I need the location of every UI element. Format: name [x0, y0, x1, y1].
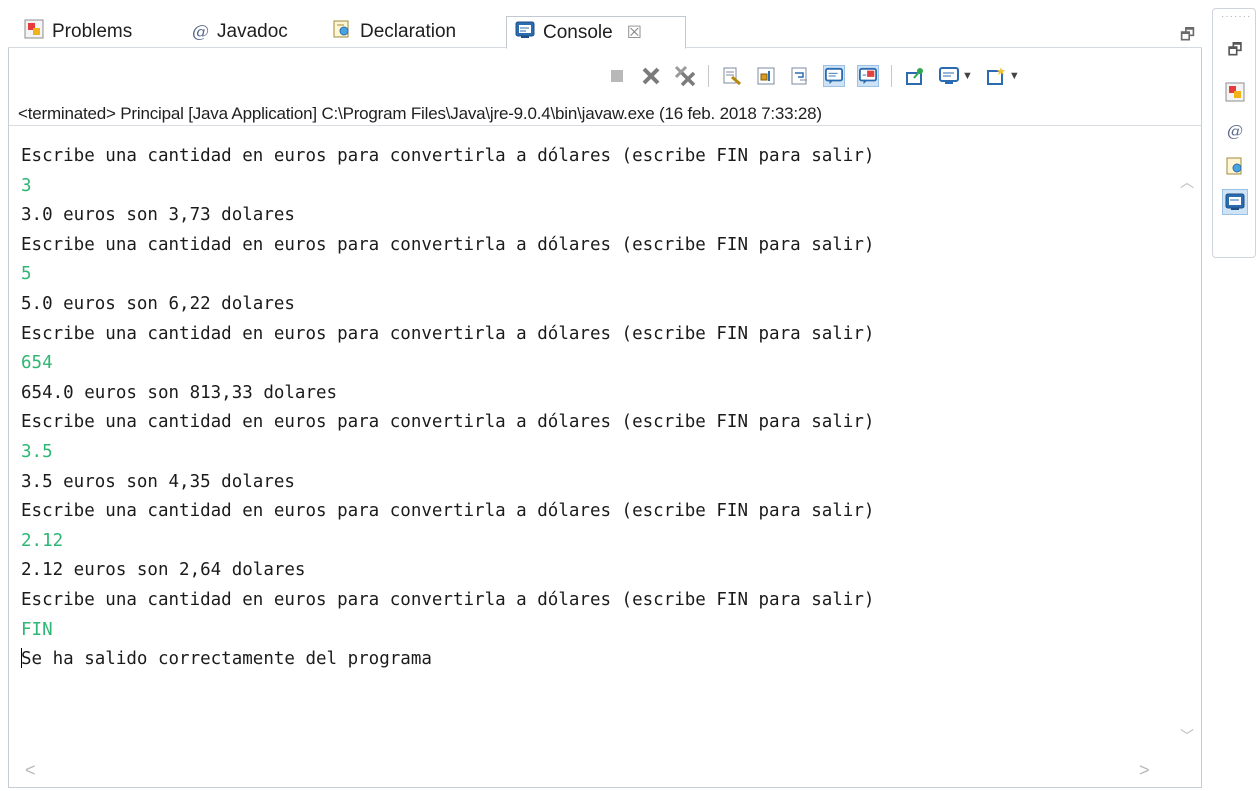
- launch-status: <terminated> Principal [Java Application…: [18, 104, 822, 123]
- console-output-line: 3.0 euros son 3,73 dolares: [21, 205, 295, 226]
- horizontal-scrollbar[interactable]: < >: [9, 758, 1171, 786]
- declaration-icon: [332, 19, 352, 45]
- minimized-view-stack: ······· 🗗 @: [1212, 8, 1256, 258]
- open-console-icon[interactable]: [985, 65, 1007, 87]
- tab-console[interactable]: Console ☒: [506, 16, 686, 49]
- console-output-line: Escribe una cantidad en euros para conve…: [21, 146, 875, 166]
- console-output-line: 5.0 euros son 6,22 dolares: [21, 293, 295, 314]
- display-console-icon[interactable]: [938, 65, 960, 87]
- tab-javadoc[interactable]: @ Javadoc: [184, 16, 296, 48]
- tab-problems[interactable]: Problems: [16, 16, 140, 48]
- toolbar-separator: [891, 65, 892, 87]
- console-input-line: 2.12: [21, 530, 64, 551]
- console-output-line: Escribe una cantidad en euros para conve…: [21, 501, 875, 522]
- javadoc-icon[interactable]: @: [1222, 117, 1248, 143]
- text-caret: [21, 648, 22, 669]
- console-icon[interactable]: [1222, 189, 1248, 215]
- remove-all-terminated-icon[interactable]: [674, 65, 696, 87]
- chevron-down-icon[interactable]: ▼: [962, 70, 973, 82]
- tab-label: Console: [543, 21, 613, 43]
- drag-handle[interactable]: ·······: [1221, 11, 1251, 22]
- restore-icon[interactable]: 🗗: [1222, 39, 1248, 65]
- problems-icon: [24, 19, 44, 45]
- console-input-line: 3: [21, 175, 32, 196]
- remove-launch-icon[interactable]: [640, 65, 662, 87]
- console-output-line: 3.5 euros son 4,35 dolares: [21, 471, 295, 492]
- tab-label: Problems: [52, 21, 133, 42]
- console-output-line: Escribe una cantidad en euros para conve…: [21, 412, 875, 433]
- tab-label: Javadoc: [217, 21, 288, 42]
- console-output-line: Escribe una cantidad en euros para conve…: [21, 234, 875, 255]
- console-output-line: Escribe una cantidad en euros para conve…: [21, 589, 875, 610]
- console-toolbar: ▼ ▼: [600, 62, 1026, 90]
- scroll-lock-icon[interactable]: [755, 65, 777, 87]
- console-input-line: 654: [21, 353, 53, 374]
- view-tab-bar: Problems @ Javadoc Declaration Console ☒…: [8, 8, 1202, 51]
- console-input-line: FIN: [21, 619, 53, 640]
- console-icon: [515, 20, 535, 46]
- scroll-down-icon[interactable]: ﹀: [1180, 726, 1194, 746]
- scroll-right-icon[interactable]: >: [1139, 760, 1150, 781]
- restore-view-icon[interactable]: 🗗: [1180, 24, 1195, 51]
- console-output-line: 654.0 euros son 813,33 dolares: [21, 382, 338, 403]
- toolbar-separator: [708, 65, 709, 87]
- scroll-left-icon[interactable]: <: [25, 760, 36, 781]
- console-output-line: Se ha salido correctamente del programa: [21, 648, 432, 670]
- terminate-icon[interactable]: [606, 65, 628, 87]
- chevron-down-icon[interactable]: ▼: [1009, 70, 1020, 82]
- scroll-up-icon[interactable]: ︿: [1180, 172, 1194, 192]
- console-output-line: Escribe una cantidad en euros para conve…: [21, 323, 875, 344]
- console-input-line: 3.5: [21, 441, 53, 462]
- declaration-icon[interactable]: [1222, 153, 1248, 179]
- tab-declaration[interactable]: Declaration: [324, 16, 464, 48]
- clear-console-icon[interactable]: [721, 65, 743, 87]
- show-on-stderr-icon[interactable]: [857, 65, 879, 87]
- show-on-stdout-icon[interactable]: [823, 65, 845, 87]
- problems-icon[interactable]: [1222, 79, 1248, 105]
- divider: [9, 125, 1201, 126]
- tab-label: Declaration: [360, 21, 457, 42]
- javadoc-icon: @: [192, 22, 209, 42]
- close-icon[interactable]: ☒: [627, 23, 642, 43]
- console-output[interactable]: Escribe una cantidad en euros para conve…: [21, 142, 1171, 742]
- console-input-line: 5: [21, 264, 32, 285]
- console-output-line: 2.12 euros son 2,64 dolares: [21, 560, 306, 581]
- pin-console-icon[interactable]: [904, 65, 926, 87]
- vertical-scrollbar[interactable]: ︿ ﹀: [1172, 166, 1200, 746]
- eclipse-console-window: Problems @ Javadoc Declaration Console ☒…: [0, 0, 1260, 791]
- word-wrap-icon[interactable]: [789, 65, 811, 87]
